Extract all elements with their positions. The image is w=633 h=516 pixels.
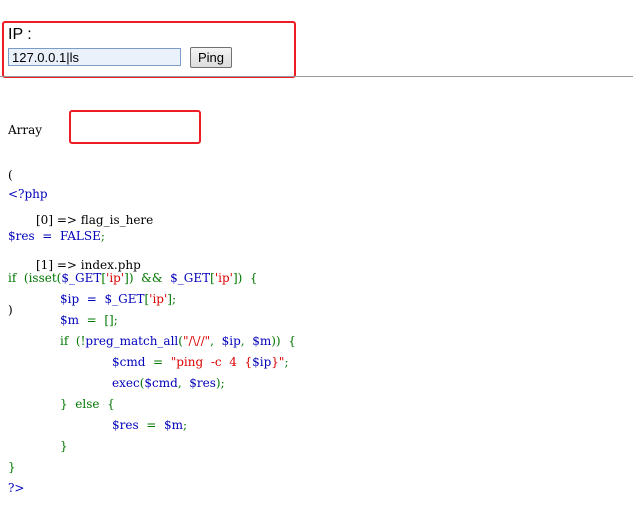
code-token: = bbox=[153, 355, 171, 369]
code-token: $res = FALSE bbox=[8, 229, 101, 243]
code-line: <?php bbox=[8, 184, 296, 205]
code-line: } bbox=[8, 457, 296, 478]
code-token: ; bbox=[100, 229, 105, 243]
code-token: if (isset( bbox=[8, 271, 62, 285]
code-token: "/\//" bbox=[182, 334, 211, 348]
code-line: $res = $m; bbox=[8, 415, 296, 436]
code-token: ; bbox=[182, 418, 188, 432]
code-line: $cmd = "ping -c 4 {$ip}"; bbox=[8, 352, 296, 373]
code-token: $_GET bbox=[170, 271, 211, 285]
code-token: } bbox=[8, 460, 16, 474]
code-token: 'ip' bbox=[214, 271, 233, 285]
code-token: , bbox=[240, 334, 253, 348]
code-token: <?php bbox=[8, 187, 48, 201]
ip-input[interactable] bbox=[8, 48, 181, 66]
code-line: } else { bbox=[8, 394, 296, 415]
code-token: $m bbox=[163, 418, 183, 432]
ping-button[interactable]: Ping bbox=[190, 47, 232, 68]
code-token: preg_match_all bbox=[85, 334, 179, 348]
code-token: ]) { bbox=[232, 271, 258, 285]
code-token: $ip bbox=[221, 334, 241, 348]
code-token: = bbox=[146, 418, 164, 432]
code-token: if (! bbox=[60, 334, 86, 348]
code-token: }" bbox=[271, 355, 285, 369]
code-token: } bbox=[60, 439, 68, 453]
code-token: = []; bbox=[86, 313, 118, 327]
ping-form: IP : Ping bbox=[8, 26, 288, 72]
code-token: 'ip' bbox=[149, 292, 168, 306]
code-line: exec($cmd, $res); bbox=[8, 373, 296, 394]
code-token: ; bbox=[284, 355, 289, 369]
code-token: $ip bbox=[252, 355, 272, 369]
code-token: , bbox=[210, 334, 222, 348]
code-token: $res bbox=[189, 376, 216, 390]
code-token: $res bbox=[112, 418, 147, 432]
code-token: $ip = $_GET bbox=[60, 292, 145, 306]
code-line: } bbox=[8, 436, 296, 457]
code-line: if (isset($_GET['ip']) && $_GET['ip']) { bbox=[8, 268, 296, 289]
code-token: $m bbox=[252, 334, 272, 348]
code-token: 'ip' bbox=[106, 271, 125, 285]
code-token: $_GET bbox=[61, 271, 102, 285]
code-line: $res = FALSE; bbox=[8, 226, 296, 247]
code-token: $cmd bbox=[144, 376, 178, 390]
code-token: ); bbox=[215, 376, 225, 390]
code-token: ?> bbox=[8, 481, 25, 495]
code-token: )) { bbox=[271, 334, 296, 348]
code-token: $m bbox=[60, 313, 87, 327]
code-token: ]; bbox=[167, 292, 176, 306]
output-line: ( bbox=[8, 168, 13, 182]
code-line: $m = []; bbox=[8, 310, 296, 331]
ip-label: IP : bbox=[8, 26, 32, 43]
code-token: ]) && bbox=[124, 271, 171, 285]
code-line: ?> bbox=[8, 478, 296, 499]
code-token: exec bbox=[112, 376, 140, 390]
output-line: Array bbox=[8, 123, 43, 137]
code-token: "ping -c 4 { bbox=[170, 355, 253, 369]
code-token: , bbox=[177, 376, 190, 390]
code-token: } else { bbox=[60, 397, 115, 411]
code-line: $ip = $_GET['ip']; bbox=[8, 289, 296, 310]
code-line: if (!preg_match_all("/\//", $ip, $m)) { bbox=[8, 331, 296, 352]
php-source-code: <?php $res = FALSE; if (isset($_GET['ip'])… bbox=[8, 184, 296, 499]
code-token: $cmd bbox=[112, 355, 154, 369]
horizontal-rule bbox=[0, 76, 633, 77]
